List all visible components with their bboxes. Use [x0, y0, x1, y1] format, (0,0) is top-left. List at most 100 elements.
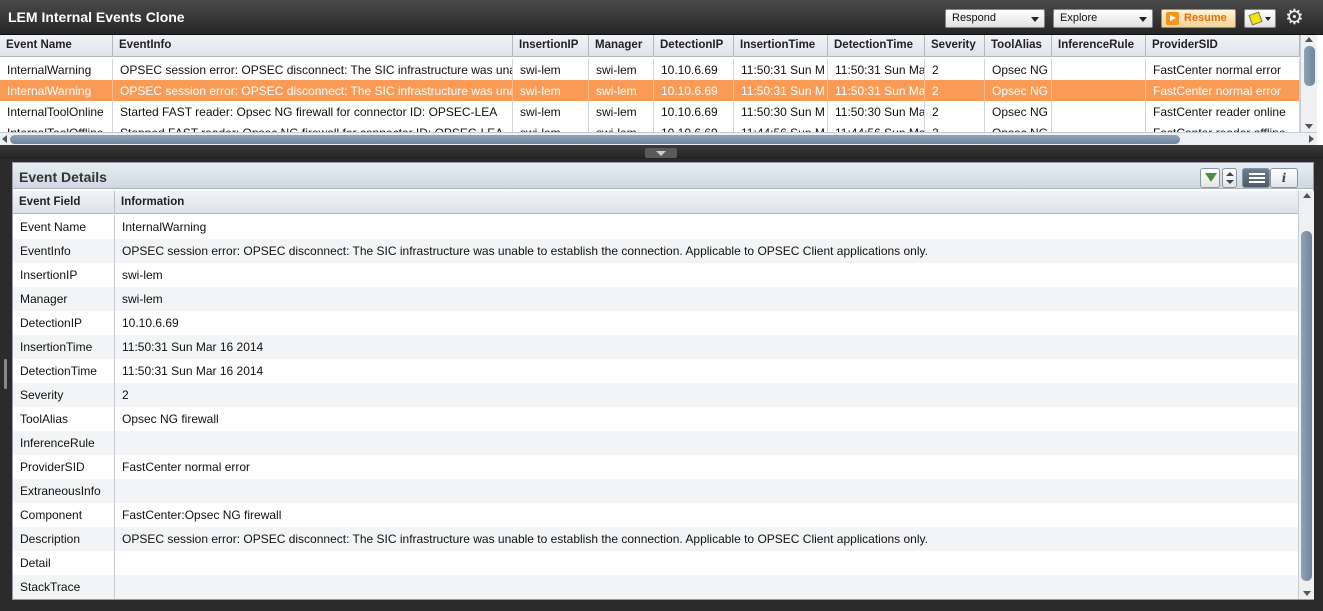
- detail-field-name: Detail: [13, 551, 115, 575]
- add-filter-button[interactable]: [1200, 168, 1220, 188]
- table-cell: 11:50:30 Sun Ma: [828, 101, 925, 122]
- table-cell: [1052, 59, 1146, 80]
- detail-row[interactable]: StackTrace: [13, 575, 1298, 599]
- detail-row[interactable]: DetectionIP 10.10.6.69: [13, 311, 1298, 335]
- table-cell: 11:50:31 Sun Ma: [828, 80, 925, 101]
- column-header-detectiontime[interactable]: DetectionTime: [828, 35, 925, 57]
- table-cell: InternalWarning: [0, 59, 113, 80]
- info-button[interactable]: i: [1270, 168, 1298, 188]
- table-cell: 2: [925, 80, 985, 101]
- resume-button[interactable]: Resume: [1161, 9, 1236, 28]
- detail-row[interactable]: Component FastCenter:Opsec NG firewall: [13, 503, 1298, 527]
- detail-field-value: swi-lem: [122, 268, 163, 282]
- table-row[interactable]: InternalWarning OPSEC session error: OPSE…: [0, 59, 1300, 80]
- resume-label: Resume: [1184, 12, 1227, 24]
- detail-field-value: 2: [122, 388, 129, 402]
- detail-row[interactable]: ToolAlias Opsec NG firewall: [13, 407, 1298, 431]
- table-cell: FastCenter normal error: [1146, 80, 1300, 101]
- detail-field-value: 11:50:31 Sun Mar 16 2014: [122, 364, 264, 378]
- events-grid-vertical-scrollbar[interactable]: [1300, 35, 1317, 132]
- scroll-down-icon[interactable]: [1303, 591, 1311, 596]
- table-row[interactable]: InternalWarning OPSEC session error: OPSE…: [0, 80, 1300, 101]
- column-header-insertionip[interactable]: InsertionIP: [513, 35, 589, 57]
- detail-field-name: Manager: [13, 287, 115, 311]
- column-header-providersid[interactable]: ProviderSID: [1146, 35, 1300, 57]
- table-cell: FastCenter normal error: [1146, 59, 1300, 80]
- detail-row[interactable]: InsertionTime 11:50:31 Sun Mar 16 2014: [13, 335, 1298, 359]
- table-cell: swi-lem: [589, 80, 654, 101]
- details-vertical-scrollbar[interactable]: [1298, 191, 1314, 599]
- column-header-insertiontime[interactable]: InsertionTime: [734, 35, 828, 57]
- table-cell: InternalToolOnline: [0, 101, 113, 122]
- detail-row[interactable]: ProviderSID FastCenter normal error: [13, 455, 1298, 479]
- highlight-button[interactable]: [1244, 9, 1276, 28]
- scroll-right-icon[interactable]: [1309, 135, 1314, 143]
- column-header-manager[interactable]: Manager: [589, 35, 654, 57]
- filter-icon: [1205, 173, 1217, 182]
- detail-field-name: ProviderSID: [13, 455, 115, 479]
- table-cell: FastCenter reader online: [1146, 101, 1300, 122]
- table-cell: swi-lem: [513, 59, 589, 80]
- detail-row[interactable]: EventInfo OPSEC session error: OPSEC disc…: [13, 239, 1298, 263]
- table-cell: 11:50:31 Sun Ma: [828, 59, 925, 80]
- column-header-toolalias[interactable]: ToolAlias: [985, 35, 1052, 57]
- table-row[interactable]: InternalToolOnline Started FAST reader: O…: [0, 101, 1300, 122]
- detail-row[interactable]: Detail: [13, 551, 1298, 575]
- table-cell: 10.10.6.69: [654, 59, 734, 80]
- table-cell: Opsec NG: [985, 59, 1052, 80]
- highlighter-icon: [1248, 11, 1263, 26]
- resize-grip[interactable]: [4, 359, 7, 389]
- column-header-information[interactable]: Information: [115, 191, 1298, 214]
- details-area: Event Details i Event Field Information …: [0, 159, 1323, 611]
- sort-button[interactable]: [1222, 168, 1237, 188]
- detail-field-value: InternalWarning: [122, 220, 207, 234]
- list-icon-line: [1249, 177, 1265, 179]
- table-cell: OPSEC session error: OPSEC disconnect: T…: [113, 80, 513, 101]
- respond-label: Respond: [952, 12, 997, 24]
- column-header-inferencerule[interactable]: InferenceRule: [1052, 35, 1146, 57]
- detail-row[interactable]: InsertionIP swi-lem: [13, 263, 1298, 287]
- detail-field-name: Severity: [13, 383, 115, 407]
- detail-row[interactable]: InferenceRule: [13, 431, 1298, 455]
- detail-row[interactable]: DetectionTime 11:50:31 Sun Mar 16 2014: [13, 359, 1298, 383]
- explore-dropdown[interactable]: Explore: [1053, 9, 1153, 28]
- detail-field-name: InsertionTime: [13, 335, 115, 359]
- scrollbar-thumb[interactable]: [1304, 46, 1315, 86]
- table-cell: 2: [925, 59, 985, 80]
- events-grid-horizontal-scrollbar[interactable]: [0, 132, 1317, 145]
- column-header-eventinfo[interactable]: EventInfo: [113, 35, 513, 57]
- event-details-panel: Event Details i Event Field Information …: [12, 162, 1314, 600]
- column-header-event-name[interactable]: Event Name: [0, 35, 113, 57]
- detail-field-name: EventInfo: [13, 239, 115, 263]
- scroll-left-icon[interactable]: [2, 135, 7, 143]
- detail-row[interactable]: Manager swi-lem: [13, 287, 1298, 311]
- table-cell: 2: [925, 101, 985, 122]
- detail-field-value: Opsec NG firewall: [122, 412, 219, 426]
- table-cell: 10.10.6.69: [654, 101, 734, 122]
- detail-field-value: OPSEC session error: OPSEC disconnect: T…: [122, 244, 928, 258]
- scroll-up-icon[interactable]: [1305, 37, 1313, 42]
- detail-row[interactable]: ExtraneousInfo: [13, 479, 1298, 503]
- gear-icon[interactable]: ⚙: [1285, 7, 1304, 28]
- pane-divider[interactable]: [0, 145, 1323, 159]
- detail-row[interactable]: Event Name InternalWarning: [13, 215, 1298, 239]
- detail-field-name: DetectionTime: [13, 359, 115, 383]
- detail-field-name: DetectionIP: [13, 311, 115, 335]
- scrollbar-thumb[interactable]: [1301, 231, 1312, 581]
- detail-field-value: 10.10.6.69: [122, 316, 179, 330]
- table-cell: 11:50:31 Sun M: [734, 59, 828, 80]
- detail-row[interactable]: Description OPSEC session error: OPSEC di…: [13, 527, 1298, 551]
- table-cell: 11:50:31 Sun M: [734, 80, 828, 101]
- scrollbar-thumb[interactable]: [10, 135, 1180, 144]
- column-header-severity[interactable]: Severity: [925, 35, 985, 57]
- scroll-up-icon[interactable]: [1303, 193, 1311, 198]
- details-grid-body: Event Name InternalWarning EventInfo OPSEC …: [13, 215, 1298, 599]
- detail-row[interactable]: Severity 2: [13, 383, 1298, 407]
- detail-field-value: [115, 551, 122, 575]
- respond-dropdown[interactable]: Respond: [945, 9, 1045, 28]
- column-header-detectionip[interactable]: DetectionIP: [654, 35, 734, 57]
- list-view-button[interactable]: [1242, 168, 1270, 188]
- scroll-down-icon[interactable]: [1305, 124, 1313, 129]
- collapse-handle[interactable]: [645, 148, 677, 158]
- column-header-event-field[interactable]: Event Field: [13, 191, 115, 214]
